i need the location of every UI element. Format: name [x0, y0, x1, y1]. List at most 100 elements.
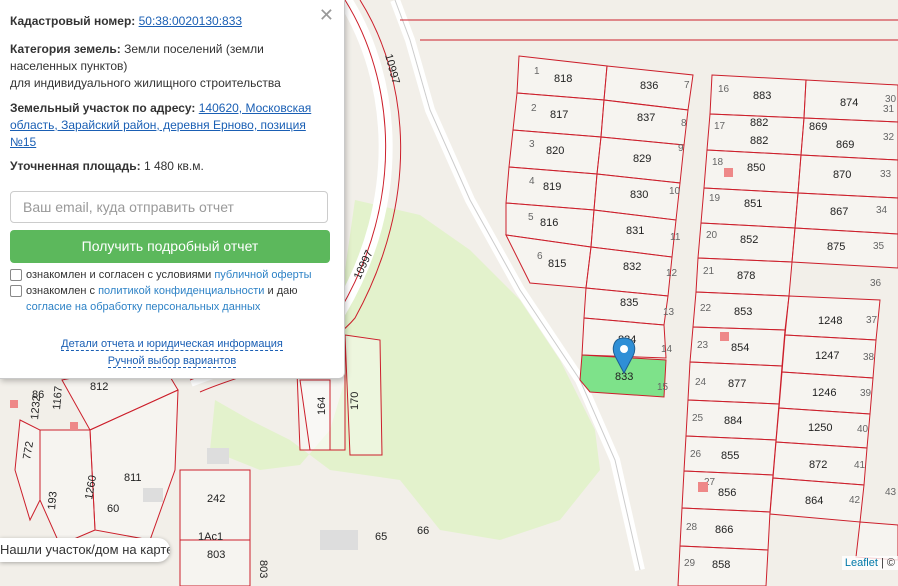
find-on-map-bar[interactable]: Нашли участок/дом на карте?	[0, 538, 170, 562]
privacy-consent-checkbox[interactable]	[10, 285, 22, 297]
category-value: для индивидуального жилищного строительс…	[10, 76, 281, 90]
svg-text:17: 17	[714, 121, 726, 132]
email-field[interactable]	[10, 191, 328, 223]
svg-text:36: 36	[870, 278, 882, 289]
svg-text:65: 65	[375, 531, 387, 543]
details-link-row: Детали отчета и юридическая информация	[0, 338, 344, 351]
parcel-label: 830	[630, 189, 648, 201]
svg-text:855: 855	[721, 450, 739, 462]
svg-text:850: 850	[747, 162, 765, 174]
svg-text:811: 811	[124, 472, 142, 484]
parcel-label: 818	[554, 73, 572, 85]
parcel-label: 816	[540, 217, 558, 229]
svg-text:2: 2	[531, 103, 537, 114]
building	[10, 400, 18, 408]
address-link[interactable]: область, Зарайский район, деревня Ерново…	[10, 118, 306, 132]
svg-text:872: 872	[809, 459, 827, 471]
map-attribution: Leaflet | ©	[841, 556, 898, 570]
svg-text:193: 193	[46, 491, 60, 510]
svg-text:867: 867	[830, 206, 848, 218]
svg-text:13: 13	[663, 307, 675, 318]
svg-text:5: 5	[528, 212, 534, 223]
svg-text:882: 882	[750, 117, 768, 129]
svg-text:6: 6	[537, 251, 543, 262]
privacy-consent-text: ознакомлен с политикой конфиденциальност…	[26, 283, 326, 315]
attribution-separator: | ©	[880, 557, 895, 569]
svg-text:803: 803	[207, 549, 225, 561]
svg-text:42: 42	[849, 495, 861, 506]
category-value: Земли поселений (земли	[124, 42, 264, 56]
svg-text:852: 852	[740, 234, 758, 246]
svg-text:60: 60	[107, 503, 119, 515]
svg-text:18: 18	[712, 157, 724, 168]
svg-text:854: 854	[731, 342, 749, 354]
address-link[interactable]: №15	[10, 135, 36, 149]
area-label: Уточненная площадь:	[10, 159, 141, 173]
manual-link-row: Ручной выбор вариантов	[0, 355, 344, 368]
cadastral-row: Кадастровый номер: 50:38:0020130:833	[10, 13, 330, 30]
parcel-label: 837	[637, 112, 655, 124]
report-details-link[interactable]: Детали отчета и юридическая информация	[61, 338, 283, 351]
address-row: Земельный участок по адресу: 140620, Мос…	[10, 100, 330, 151]
svg-text:43: 43	[885, 487, 897, 498]
parcel-label: 815	[548, 258, 566, 270]
address-label: Земельный участок по адресу:	[10, 101, 196, 115]
svg-text:14: 14	[661, 344, 673, 355]
get-report-button[interactable]: Получить подробный отчет	[10, 230, 330, 263]
manual-selection-link[interactable]: Ручной выбор вариантов	[107, 355, 237, 368]
svg-text:86: 86	[32, 389, 44, 401]
svg-text:1: 1	[534, 66, 540, 77]
category-row: Категория земель: Земли поселений (земли…	[10, 41, 330, 92]
category-value: населенных пунктов)	[10, 59, 128, 73]
leaflet-link[interactable]: Leaflet	[845, 557, 878, 569]
svg-text:8: 8	[681, 118, 687, 129]
svg-text:23: 23	[697, 340, 709, 351]
public-offer-link[interactable]: публичной оферты	[214, 269, 311, 281]
personal-data-consent-link[interactable]: согласие на обработку персональных данны…	[26, 301, 260, 313]
svg-text:858: 858	[712, 559, 730, 571]
building	[698, 482, 708, 492]
svg-text:882: 882	[750, 135, 768, 147]
parcel-label: 820	[546, 145, 564, 157]
svg-text:21: 21	[703, 266, 715, 277]
svg-text:803: 803	[257, 560, 269, 578]
svg-text:869: 869	[836, 139, 854, 151]
svg-text:38: 38	[863, 352, 875, 363]
svg-text:35: 35	[873, 241, 885, 252]
svg-text:812: 812	[90, 381, 108, 393]
svg-text:883: 883	[753, 90, 771, 102]
svg-text:164: 164	[316, 397, 328, 415]
privacy-policy-link[interactable]: политикой конфиденциальности	[98, 285, 264, 297]
area-value: 1 480 кв.м.	[143, 159, 204, 173]
svg-text:1250: 1250	[808, 422, 832, 434]
building	[320, 530, 358, 550]
svg-text:856: 856	[718, 487, 736, 499]
privacy-consent-label: и даю	[267, 285, 298, 297]
building	[143, 488, 163, 502]
building	[720, 332, 729, 341]
cadastral-number-link[interactable]: 50:38:0020130:833	[139, 14, 242, 28]
svg-text:66: 66	[417, 525, 429, 537]
svg-text:7: 7	[684, 80, 690, 91]
svg-text:31: 31	[883, 104, 895, 115]
address-link[interactable]: 140620, Московская	[199, 101, 312, 115]
svg-text:864: 864	[805, 495, 823, 507]
svg-text:20: 20	[706, 230, 718, 241]
svg-text:3: 3	[529, 139, 535, 150]
parcel-label: 817	[550, 109, 568, 121]
svg-text:9: 9	[678, 143, 684, 154]
offer-consent-checkbox[interactable]	[10, 269, 22, 281]
svg-text:1248: 1248	[818, 315, 842, 327]
svg-text:29: 29	[684, 558, 696, 569]
area-row: Уточненная площадь: 1 480 кв.м.	[10, 158, 330, 175]
parcel-label: 836	[640, 80, 658, 92]
privacy-consent-label: ознакомлен с	[26, 285, 96, 297]
category-label: Категория земель:	[10, 42, 121, 56]
svg-text:22: 22	[700, 303, 712, 314]
svg-text:40: 40	[857, 424, 869, 435]
svg-text:878: 878	[737, 270, 755, 282]
building	[207, 448, 229, 464]
svg-text:12: 12	[666, 268, 678, 279]
svg-text:19: 19	[709, 193, 721, 204]
svg-text:1167: 1167	[51, 386, 65, 411]
